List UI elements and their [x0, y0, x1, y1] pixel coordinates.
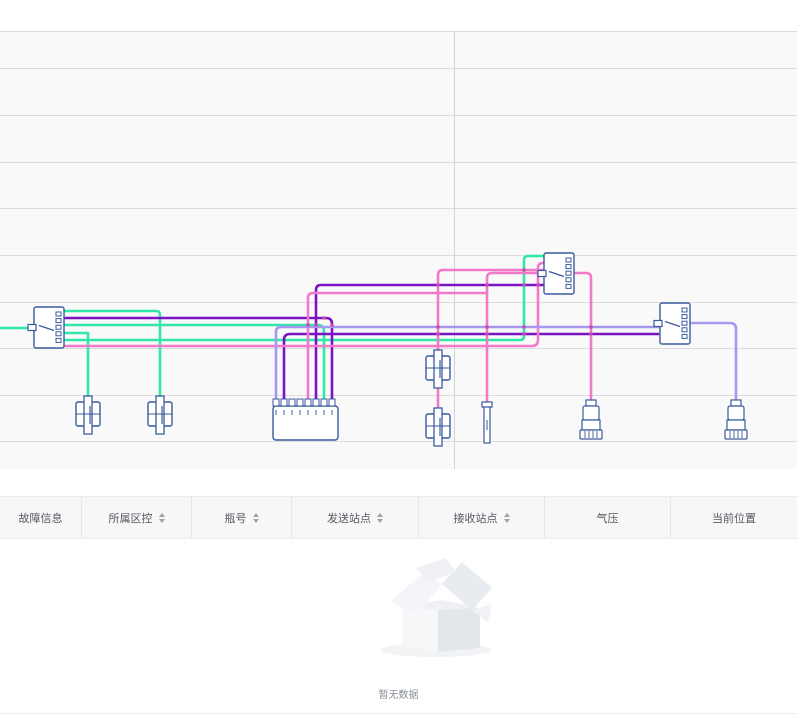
column-receive-station[interactable]: 接收站点 — [419, 497, 545, 538]
table-header: 故障信息 所属区控 瓶号 发送站点 接收站点 气压 当前位置 — [0, 496, 797, 539]
pipe-junction — [522, 268, 526, 272]
valve-terminal-icon[interactable] — [579, 399, 603, 440]
pipe-junction — [589, 332, 593, 336]
column-send-station-label: 发送站点 — [327, 511, 371, 525]
diagram-panel — [0, 31, 797, 469]
diverter-switch-icon[interactable] — [653, 302, 691, 345]
diagram-background — [0, 31, 797, 469]
column-bottle-number-label: 瓶号 — [224, 511, 247, 525]
pipe-junction — [330, 323, 334, 327]
sort-caret-icon[interactable] — [503, 512, 510, 523]
column-fault-info: 故障信息 — [0, 497, 82, 538]
column-air-pressure: 气压 — [545, 497, 671, 538]
column-receive-station-label: 接收站点 — [453, 511, 498, 525]
empty-box-icon — [380, 558, 492, 657]
pipe-junction — [322, 316, 326, 320]
empty-text: 暂无数据 — [378, 690, 419, 701]
column-send-station[interactable]: 发送站点 — [292, 497, 419, 538]
pipe-junction — [536, 283, 540, 287]
column-zone-control[interactable]: 所属区控 — [82, 497, 192, 538]
diverter-switch-icon[interactable] — [27, 306, 65, 349]
diverter-switch-icon[interactable] — [537, 252, 575, 295]
column-current-position-label: 当前位置 — [712, 511, 756, 525]
pipe-junction — [485, 325, 489, 329]
pipeline-diagram-canvas — [0, 31, 797, 469]
column-zone-control-label: 所属区控 — [108, 511, 153, 525]
column-fault-info-label: 故障信息 — [18, 511, 63, 525]
pipe-junction — [589, 325, 593, 329]
pipe-junction — [485, 283, 489, 287]
pipe-junction — [306, 323, 310, 327]
pipeline-diagram — [0, 0, 797, 470]
column-air-pressure-label: 气压 — [596, 511, 619, 525]
receiver-tube-icon[interactable] — [481, 401, 493, 444]
column-current-position: 当前位置 — [671, 497, 797, 538]
pipe-junction — [314, 323, 318, 327]
valve-terminal-icon[interactable] — [724, 399, 748, 440]
sort-caret-icon[interactable] — [377, 512, 383, 523]
pipe-junction — [436, 283, 440, 287]
pipe-junction — [522, 332, 526, 336]
pipe-junction — [436, 325, 440, 329]
column-bottle-number[interactable]: 瓶号 — [192, 497, 292, 538]
sort-caret-icon[interactable] — [252, 512, 259, 523]
pipe-junction — [522, 283, 526, 287]
table-empty-state: 暂无数据 — [0, 540, 797, 714]
sort-caret-icon[interactable] — [158, 512, 165, 523]
pipe-junction — [436, 332, 440, 336]
pipe-junction — [522, 325, 526, 329]
pipe-junction — [485, 332, 489, 336]
